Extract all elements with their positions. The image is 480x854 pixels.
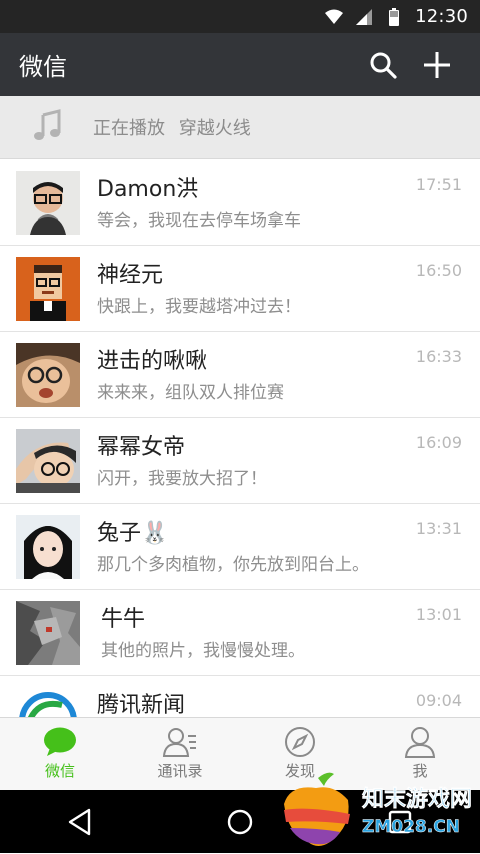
music-note-icon — [33, 109, 63, 145]
avatar — [16, 515, 80, 579]
battery-icon — [385, 7, 403, 26]
chat-row[interactable]: 幂幂女帝 16:09 闪开，我要放大招了！ — [0, 418, 480, 504]
back-button[interactable] — [50, 792, 110, 852]
avatar — [16, 687, 80, 717]
chat-time: 16:50 — [415, 261, 462, 280]
now-playing-song: 穿越火线 — [178, 118, 251, 139]
now-playing-label: 正在播放 — [93, 118, 165, 139]
chat-time: 16:09 — [415, 433, 462, 452]
chat-name: 牛牛 — [101, 607, 146, 632]
chat-name: 幂幂女帝 — [97, 435, 186, 460]
chat-time: 16:33 — [415, 347, 462, 366]
search-icon — [370, 52, 397, 79]
chat-name: 神经元 — [97, 263, 164, 288]
back-icon — [68, 808, 91, 835]
tab-label: 微信 — [44, 762, 75, 780]
avatar — [16, 257, 80, 321]
chat-preview: 等会，我现在去停车场拿车 — [97, 211, 301, 231]
tab-contacts[interactable]: 通讯录 — [120, 718, 240, 790]
app-header: 微信 — [0, 33, 480, 96]
chat-time: 17:51 — [415, 175, 462, 194]
chat-preview: 那几个多肉植物，你先放到阳台上。 — [97, 555, 369, 575]
home-button[interactable] — [210, 792, 270, 852]
status-bar: 12:30 — [0, 0, 480, 33]
chat-row[interactable]: Damon洪 17:51 等会，我现在去停车场拿车 — [0, 160, 480, 246]
chat-bubble-icon — [44, 727, 76, 756]
chat-preview: 快跟上，我要越塔冲过去！ — [97, 297, 301, 317]
now-playing-text: 正在播放 穿越火线 — [93, 114, 251, 140]
chat-list: Damon洪 17:51 等会，我现在去停车场拿车 神经元 16:50 快跟上，… — [0, 160, 480, 717]
chat-name: 兔子🐰 — [97, 521, 169, 546]
avatar — [16, 429, 80, 493]
page-title: 微信 — [19, 53, 67, 81]
chat-row[interactable]: 进击的啾啾 16:33 来来来，组队双人排位赛 — [0, 332, 480, 418]
chat-preview: 其他的照片，我慢慢处理。 — [101, 641, 305, 661]
avatar — [16, 601, 80, 665]
tab-label: 通讯录 — [157, 762, 203, 780]
home-icon — [227, 809, 253, 834]
watermark-title: 知末游戏网 — [362, 786, 472, 812]
chat-preview: 闪开，我要放大招了！ — [97, 469, 267, 489]
compass-icon — [285, 727, 315, 757]
signal-icon — [355, 8, 373, 26]
chat-name: 腾讯新闻 — [97, 693, 186, 717]
chat-row[interactable]: 腾讯新闻 09:04 — [0, 676, 480, 717]
chat-preview: 来来来，组队双人排位赛 — [97, 383, 284, 403]
watermark-url: ZM028.CN — [362, 817, 460, 837]
wifi-icon — [325, 8, 344, 26]
chat-row[interactable]: 牛牛 13:01 其他的照片，我慢慢处理。 — [0, 590, 480, 676]
chat-time: 09:04 — [415, 691, 462, 710]
search-button[interactable] — [356, 38, 410, 92]
watermark-logo: 知末游戏网 ZM028.CN — [278, 770, 478, 850]
tab-chats[interactable]: 微信 — [0, 718, 120, 790]
avatar — [16, 343, 80, 407]
now-playing-bar[interactable]: 正在播放 穿越火线 — [0, 96, 480, 159]
person-icon — [404, 727, 436, 758]
plus-icon — [424, 51, 450, 78]
chat-name: Damon洪 — [97, 177, 199, 202]
contacts-icon — [162, 728, 196, 757]
chat-row[interactable]: 神经元 16:50 快跟上，我要越塔冲过去！ — [0, 246, 480, 332]
chat-name: 进击的啾啾 — [97, 349, 208, 374]
avatar — [16, 171, 80, 235]
chat-time: 13:31 — [415, 519, 462, 538]
chat-row[interactable]: 兔子🐰 13:31 那几个多肉植物，你先放到阳台上。 — [0, 504, 480, 590]
chat-time: 13:01 — [415, 605, 462, 624]
status-time: 12:30 — [415, 6, 468, 27]
add-button[interactable] — [410, 38, 464, 92]
